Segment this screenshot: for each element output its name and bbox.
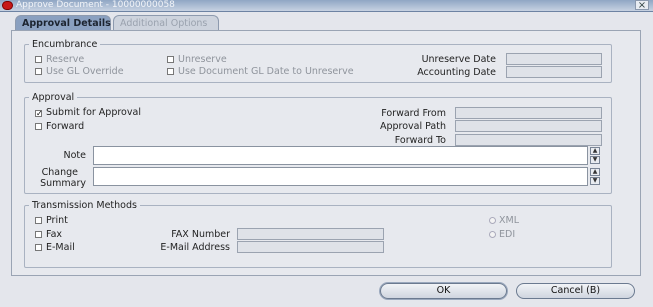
change-summary-label-line2: Summary: [40, 178, 86, 189]
tab-approval-details[interactable]: Approval Details: [15, 15, 111, 30]
unreserve-checkbox[interactable]: [167, 56, 174, 63]
xml-label: XML: [499, 215, 519, 226]
note-scroll-up-icon[interactable]: ▲: [590, 147, 600, 155]
print-label: Print: [46, 215, 68, 226]
close-icon[interactable]: ×: [635, 0, 649, 11]
note-field[interactable]: [93, 146, 588, 165]
accounting-date-label: Accounting Date: [417, 67, 496, 78]
approval-path-field[interactable]: [455, 120, 602, 132]
forward-label: Forward: [46, 121, 85, 132]
email-address-label: E-Mail Address: [160, 242, 230, 253]
fax-label: Fax: [46, 229, 63, 240]
note-label: Note: [63, 150, 87, 161]
cancel-button[interactable]: Cancel (B): [516, 283, 635, 299]
unreserve-date-field[interactable]: [506, 53, 602, 65]
transmission-methods-title: Transmission Methods: [29, 200, 140, 211]
oracle-app-icon: [2, 1, 13, 10]
forward-to-label: Forward To: [394, 135, 446, 146]
edi-label: EDI: [499, 229, 516, 240]
approval-title: Approval: [29, 92, 78, 103]
approval-path-label: Approval Path: [379, 121, 446, 132]
reserve-checkbox[interactable]: [35, 56, 42, 63]
email-checkbox[interactable]: [35, 244, 42, 251]
fax-number-label: FAX Number: [171, 229, 230, 240]
unreserve-label: Unreserve: [178, 54, 227, 65]
forward-checkbox[interactable]: [35, 123, 42, 130]
email-label: E-Mail: [46, 242, 75, 253]
change-summary-field[interactable]: [93, 167, 588, 186]
note-scroll-down-icon[interactable]: ▼: [590, 156, 600, 164]
use-document-gl-date-label: Use Document GL Date to Unreserve: [178, 66, 354, 77]
tab-additional-options[interactable]: Additional Options: [113, 15, 219, 30]
xml-radio[interactable]: [489, 217, 496, 224]
use-gl-override-checkbox[interactable]: [35, 68, 42, 75]
use-gl-override-label: Use GL Override: [46, 66, 124, 77]
submit-for-approval-label: Submit for Approval: [46, 107, 141, 118]
forward-from-label: Forward From: [381, 108, 446, 119]
change-summary-scroll-up-icon[interactable]: ▲: [590, 168, 600, 176]
use-document-gl-date-checkbox[interactable]: [167, 68, 174, 75]
fax-number-field[interactable]: [237, 228, 384, 240]
edi-radio[interactable]: [489, 231, 496, 238]
fax-checkbox[interactable]: [35, 231, 42, 238]
accounting-date-field[interactable]: [506, 66, 602, 78]
submit-for-approval-checkbox[interactable]: ✓: [35, 110, 43, 118]
encumbrance-title: Encumbrance: [29, 39, 101, 50]
email-address-field[interactable]: [237, 241, 384, 253]
change-summary-scroll-down-icon[interactable]: ▼: [590, 177, 600, 185]
forward-from-field[interactable]: [455, 107, 602, 119]
window-title: Approve Document - 10000000058: [16, 0, 175, 10]
forward-to-field[interactable]: [455, 134, 602, 146]
ok-button[interactable]: OK: [380, 283, 507, 299]
reserve-label: Reserve: [46, 54, 85, 65]
unreserve-date-label: Unreserve Date: [421, 54, 496, 65]
print-checkbox[interactable]: [35, 217, 42, 224]
change-summary-label-line1: Change: [41, 167, 78, 178]
